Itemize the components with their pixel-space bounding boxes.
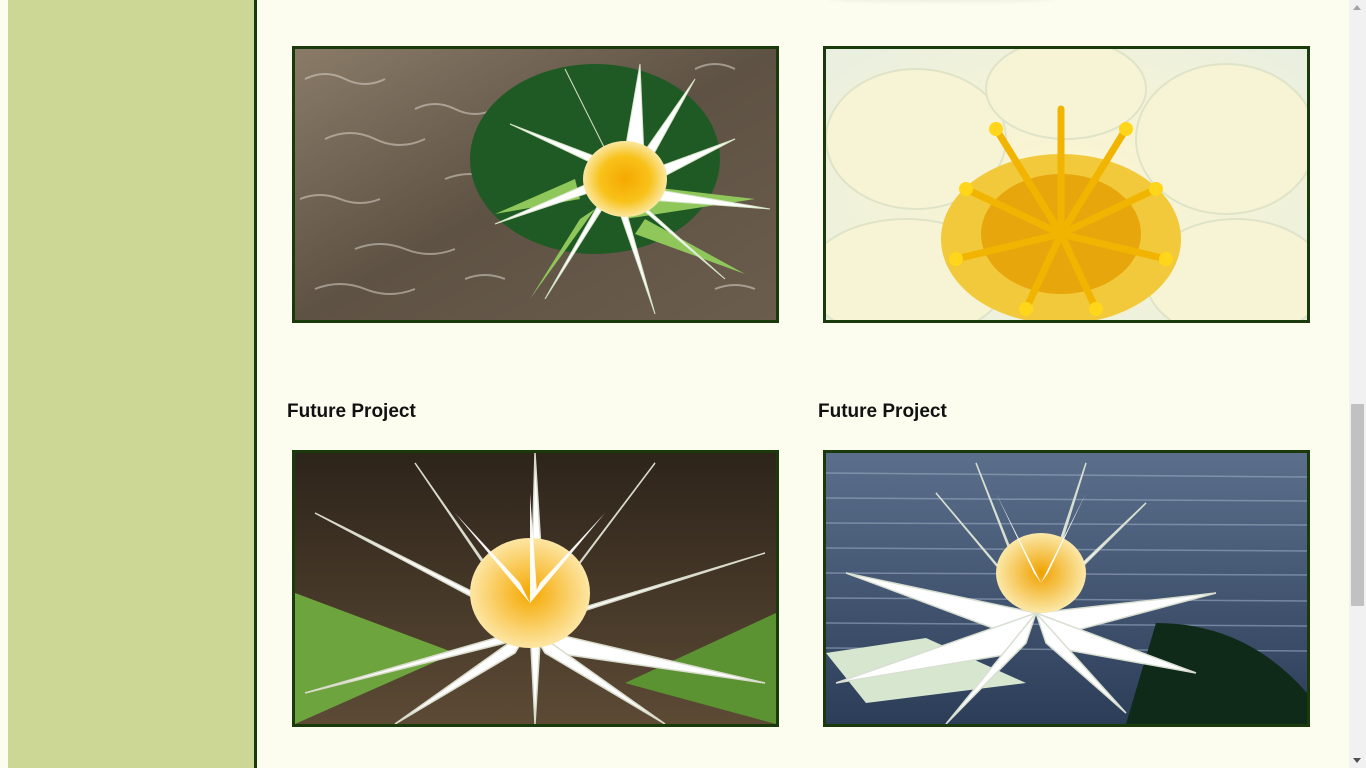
lily-image-rippled-water: [295, 49, 776, 320]
lily-photo-4[interactable]: [823, 450, 1310, 727]
sidebar: [8, 0, 257, 768]
scrollbar-thumb[interactable]: [1351, 404, 1364, 606]
lily-photo-2[interactable]: [823, 46, 1310, 323]
top-shadow: [827, 0, 1057, 2]
lily-image-stamens-closeup: [826, 49, 1307, 320]
project-title: Future Project: [818, 401, 947, 422]
scroll-up-icon[interactable]: [1353, 5, 1361, 10]
lily-photo-3[interactable]: [292, 450, 779, 727]
page-left-margin: [0, 0, 8, 768]
project-title: Future Project: [287, 401, 416, 422]
page-scrollbar[interactable]: [1349, 0, 1366, 768]
lily-image-blue-water: [826, 453, 1307, 724]
lily-image-dark-background: [295, 453, 776, 724]
scroll-down-icon[interactable]: [1353, 758, 1361, 763]
lily-photo-1[interactable]: [292, 46, 779, 323]
